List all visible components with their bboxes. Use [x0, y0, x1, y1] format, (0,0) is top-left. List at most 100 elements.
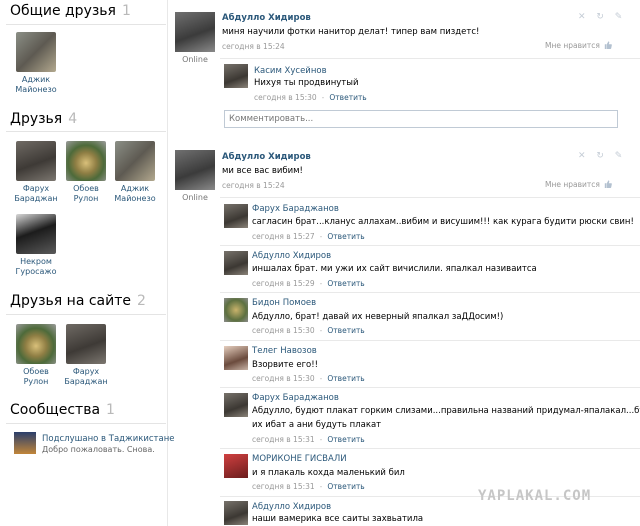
divider: [220, 387, 640, 388]
comment-avatar[interactable]: [224, 64, 248, 88]
friend-avatar[interactable]: [16, 324, 56, 364]
comment-text: Нихуя ты продвинутый: [254, 78, 359, 88]
friend-last-name[interactable]: Гуросажо: [12, 267, 60, 277]
comment-author[interactable]: Телег Навозов: [252, 346, 317, 356]
comment-avatar[interactable]: [224, 298, 248, 322]
post-author[interactable]: Абдулло Хидиров: [222, 152, 311, 162]
friend-last-name[interactable]: Майонезо: [12, 85, 60, 95]
online-status: Online: [182, 193, 208, 202]
friend-first-name[interactable]: Обоев: [12, 367, 60, 377]
comment-meta: сегодня в 15:29- Ответить: [252, 279, 365, 288]
friends-label: Друзья: [10, 111, 63, 127]
friend-avatar[interactable]: [16, 214, 56, 254]
divider: [6, 24, 166, 25]
comment-avatar[interactable]: [224, 454, 248, 478]
comment-meta: сегодня в 15:30- Ответить: [252, 374, 365, 383]
reply-link[interactable]: Ответить: [327, 279, 364, 288]
friend-last-name[interactable]: Майонезо: [111, 194, 159, 204]
comment-author[interactable]: МОРИКОНЕ ГИСВАЛИ: [252, 454, 347, 464]
post-date[interactable]: сегодня в 15:24: [222, 42, 285, 51]
comment-text: иншалах брат. ми ужи их сайт вичислили. …: [252, 264, 537, 274]
friend-first-name[interactable]: Аджик: [12, 75, 60, 85]
post-author-avatar[interactable]: [175, 150, 215, 190]
comment-avatar[interactable]: [224, 251, 248, 275]
friend-card[interactable]: Фарух Бараджан: [12, 141, 60, 204]
friend-avatar[interactable]: [115, 141, 155, 181]
comment-avatar[interactable]: [224, 393, 248, 417]
comment-text: Абдулло, будют плакат горким слизами...п…: [252, 406, 640, 416]
friend-first-name[interactable]: Обоев: [62, 184, 110, 194]
reply-link[interactable]: Ответить: [329, 93, 366, 102]
reply-link[interactable]: Ответить: [327, 482, 364, 491]
comment-date[interactable]: сегодня в 15:29: [252, 279, 315, 288]
comment-author[interactable]: Бидон Помоев: [252, 298, 316, 308]
online-friends-title[interactable]: Друзья на сайте 2: [10, 293, 146, 309]
online-status: Online: [182, 55, 208, 64]
community-avatar[interactable]: [14, 432, 36, 454]
friend-avatar[interactable]: [16, 141, 56, 181]
divider: [220, 340, 640, 341]
comment-avatar[interactable]: [224, 204, 248, 228]
post-date[interactable]: сегодня в 15:24: [222, 181, 285, 190]
friend-card[interactable]: Некром Гуросажо: [12, 214, 60, 277]
divider: [6, 314, 166, 315]
friends-title[interactable]: Друзья 4: [10, 111, 77, 127]
comment-field[interactable]: [224, 110, 618, 128]
common-friends-title[interactable]: Общие друзья 1: [10, 3, 131, 19]
comment-text: и я плакаль кохда маленький бил: [252, 468, 405, 478]
post-author[interactable]: Абдулло Хидиров: [222, 13, 311, 23]
comment-date[interactable]: сегодня в 15:31: [252, 435, 315, 444]
divider: [220, 58, 640, 59]
like-button[interactable]: Мне нравится: [545, 41, 612, 50]
reply-link[interactable]: Ответить: [327, 435, 364, 444]
post-action-icons[interactable]: ✕ ↻ ✎: [578, 151, 626, 161]
post-text: миня научили фотки нанитор делат! типер …: [222, 27, 480, 37]
comment-meta: сегодня в 15:31- Ответить: [252, 435, 365, 444]
friend-first-name[interactable]: Фарух: [62, 367, 110, 377]
like-button[interactable]: Мне нравится: [545, 180, 612, 189]
friend-avatar[interactable]: [66, 141, 106, 181]
friend-card[interactable]: Обоев Рулон: [62, 141, 110, 204]
friend-card[interactable]: Аджик Майонезо: [111, 141, 159, 204]
comment-author[interactable]: Фарух Бараджанов: [252, 393, 339, 403]
comment-input[interactable]: [225, 111, 617, 127]
communities-title[interactable]: Сообщества 1: [10, 402, 115, 418]
comment-meta: сегодня в 15:27- Ответить: [252, 232, 365, 241]
friend-avatar[interactable]: [66, 324, 106, 364]
post-author-avatar[interactable]: [175, 12, 215, 52]
comment-date[interactable]: сегодня в 15:27: [252, 232, 315, 241]
friend-last-name[interactable]: Бараджан: [62, 377, 110, 387]
friends-count: 4: [68, 111, 78, 127]
friend-first-name[interactable]: Некром: [12, 257, 60, 267]
reply-link[interactable]: Ответить: [327, 374, 364, 383]
friend-card[interactable]: Обоев Рулон: [12, 324, 60, 387]
comment-date[interactable]: сегодня в 15:30: [254, 93, 317, 102]
friend-avatar[interactable]: [16, 32, 56, 72]
friend-card[interactable]: Фарух Бараджан: [62, 324, 110, 387]
thumbs-up-icon: [604, 180, 612, 188]
divider: [6, 423, 166, 424]
comment-date[interactable]: сегодня в 15:30: [252, 326, 315, 335]
reply-link[interactable]: Ответить: [327, 326, 364, 335]
friend-last-name[interactable]: Рулон: [62, 194, 110, 204]
comment-author[interactable]: Фарух Бараджанов: [252, 204, 339, 214]
comment-author[interactable]: Касим Хусейнов: [254, 66, 327, 76]
friend-card[interactable]: Аджик Майонезо: [12, 32, 60, 95]
reply-link[interactable]: Ответить: [327, 232, 364, 241]
comment-date[interactable]: сегодня в 15:30: [252, 374, 315, 383]
friend-last-name[interactable]: Рулон: [12, 377, 60, 387]
comment-author[interactable]: Абдулло Хидиров: [252, 251, 331, 261]
comment-avatar[interactable]: [224, 501, 248, 525]
communities-label: Сообщества: [10, 402, 101, 418]
comment-text: сагласин брат...кланус аллахам..вибим и …: [252, 217, 634, 227]
friend-first-name[interactable]: Аджик: [111, 184, 159, 194]
comment-author[interactable]: Абдулло Хидиров: [252, 502, 331, 512]
comment-meta: сегодня в 15:30- Ответить: [254, 93, 367, 102]
friend-first-name[interactable]: Фарух: [12, 184, 60, 194]
post-action-icons[interactable]: ✕ ↻ ✎: [578, 12, 626, 22]
friend-last-name[interactable]: Бараджан: [12, 194, 60, 204]
comment-date[interactable]: сегодня в 15:31: [252, 482, 315, 491]
community-name[interactable]: Подслушано в Таджикистане: [42, 434, 175, 444]
comment-avatar[interactable]: [224, 346, 248, 370]
wall-feed: Online Абдулло Хидиров ✕ ↻ ✎ миня научил…: [168, 0, 640, 526]
